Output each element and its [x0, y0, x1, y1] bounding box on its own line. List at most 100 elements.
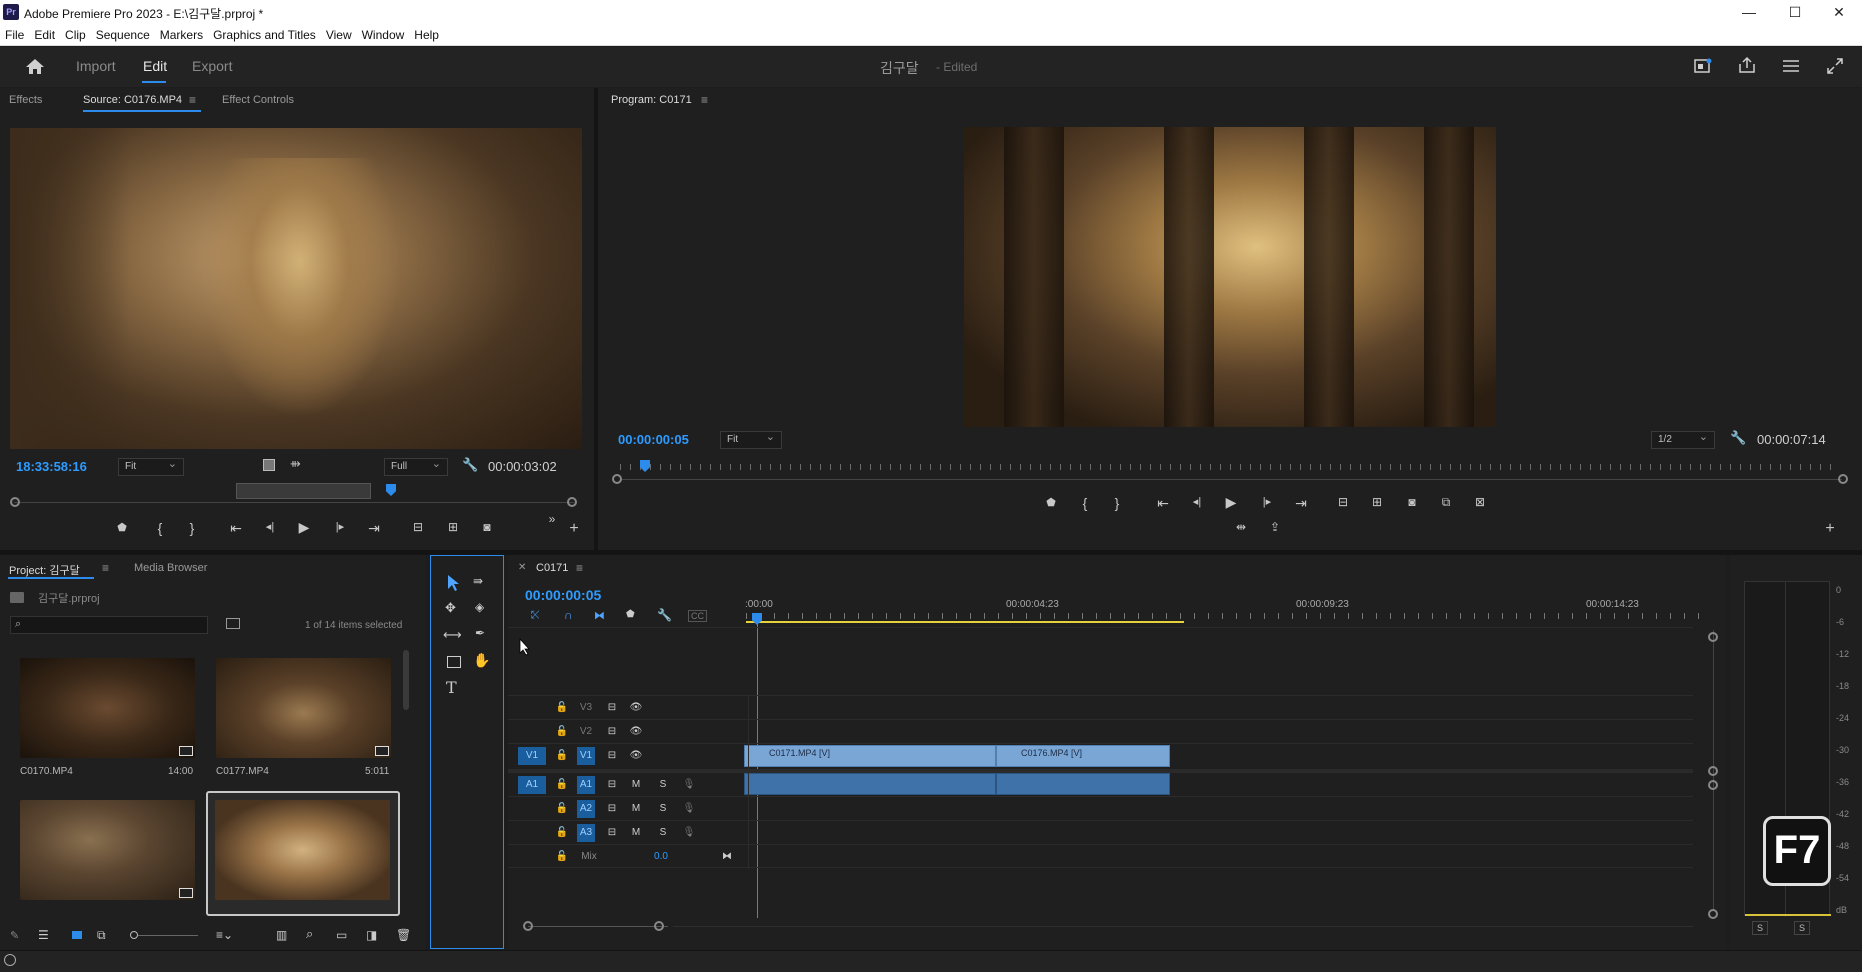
track-label[interactable]: V2: [577, 723, 595, 741]
program-extract-icon[interactable]: ⊞: [1367, 495, 1387, 509]
program-go-to-out-icon[interactable]: ⇥: [1291, 495, 1311, 512]
source-patch-a1[interactable]: A1: [518, 776, 546, 794]
source-more-controls-icon[interactable]: »: [542, 512, 562, 526]
program-mark-in-icon[interactable]: {: [1075, 495, 1095, 511]
program-zoom-handle-left[interactable]: [612, 474, 622, 484]
tab-project[interactable]: Project: 김구달: [9, 562, 80, 578]
menu-markers[interactable]: Markers: [155, 24, 208, 46]
timeline-clip[interactable]: C0171.MP4 [V]: [744, 745, 996, 767]
source-fit-select[interactable]: Fit: [118, 456, 184, 476]
linked-selection-icon[interactable]: ⧓: [594, 609, 605, 622]
project-item-selected[interactable]: [206, 791, 400, 916]
pencil-icon[interactable]: ✎: [10, 929, 19, 942]
program-resolution-select[interactable]: 1/2: [1651, 429, 1715, 449]
rectangle-tool-icon[interactable]: [447, 656, 461, 668]
mute-button[interactable]: M: [627, 800, 645, 818]
timeline-sequence-tab[interactable]: C0171: [536, 562, 568, 574]
new-item-icon[interactable]: ◨: [366, 928, 377, 942]
project-menu-icon[interactable]: ≡: [102, 561, 109, 575]
project-item-thumbnail[interactable]: [20, 658, 195, 758]
tab-media-browser[interactable]: Media Browser: [134, 562, 207, 574]
source-step-forward-icon[interactable]: |▸: [330, 520, 350, 533]
home-icon[interactable]: [25, 57, 45, 75]
program-trim-icon[interactable]: ⇹: [1231, 520, 1251, 534]
program-comparison-icon[interactable]: ⧉: [1436, 495, 1456, 510]
share-icon[interactable]: [1738, 56, 1756, 74]
track-select-tool-icon[interactable]: ⇛: [473, 574, 483, 588]
source-drag-video-icon[interactable]: ⇻: [290, 456, 301, 472]
program-add-marker-icon[interactable]: ⬟: [1041, 496, 1061, 509]
source-zoom-handle-left[interactable]: [10, 497, 20, 507]
hscroll-handle-right[interactable]: [654, 921, 664, 931]
program-playhead[interactable]: [640, 460, 650, 472]
source-quality-select[interactable]: Full: [384, 456, 448, 476]
timeline-settings-icon[interactable]: 🔧: [657, 608, 672, 622]
project-item-thumbnail[interactable]: [20, 800, 195, 900]
automate-sequence-icon[interactable]: ▥: [276, 928, 287, 942]
program-go-to-in-icon[interactable]: ⇤: [1153, 495, 1173, 512]
program-menu-icon[interactable]: ≡: [701, 93, 708, 107]
menu-graphics[interactable]: Graphics and Titles: [208, 24, 321, 46]
project-item-thumbnail[interactable]: [216, 658, 391, 758]
track-label[interactable]: V3: [577, 699, 595, 717]
program-step-back-icon[interactable]: ◂|: [1187, 495, 1207, 508]
source-timecode[interactable]: 18:33:58:16: [16, 459, 87, 474]
source-mark-in-icon[interactable]: {: [150, 520, 170, 536]
program-wrench-icon[interactable]: 🔧: [1730, 430, 1746, 446]
timeline-horizontal-scrollbar[interactable]: [528, 926, 668, 927]
source-step-back-icon[interactable]: ◂|: [260, 520, 280, 533]
close-button[interactable]: ✕: [1816, 0, 1862, 24]
ripple-edit-tool-icon[interactable]: ✥: [445, 600, 456, 616]
minimize-button[interactable]: —: [1726, 0, 1772, 24]
project-search-input[interactable]: ⌕: [10, 616, 208, 634]
source-export-frame-icon[interactable]: [263, 459, 275, 471]
sync-lock-icon[interactable]: ⊟: [603, 747, 621, 765]
tab-effects[interactable]: Effects: [9, 94, 42, 106]
freeform-view-icon[interactable]: ⧉: [97, 928, 106, 943]
lock-icon[interactable]: 🔓: [553, 848, 571, 866]
trash-icon[interactable]: 🗑: [396, 928, 411, 942]
timeline-close-icon[interactable]: ✕: [518, 562, 526, 573]
sync-lock-icon[interactable]: ⊟: [603, 824, 621, 842]
microphone-icon[interactable]: 🎙: [680, 824, 698, 842]
find-icon[interactable]: ⌕: [306, 926, 313, 942]
mix-value[interactable]: 0.0: [646, 848, 676, 866]
nest-icon[interactable]: ⤪: [531, 609, 540, 622]
tab-edit[interactable]: Edit: [143, 58, 167, 74]
solo-button[interactable]: S: [654, 824, 672, 842]
timeline-clip[interactable]: C0176.MP4 [V]: [996, 745, 1170, 767]
timeline-add-marker-icon[interactable]: ⬟: [626, 609, 635, 620]
vscroll-handle[interactable]: [1708, 909, 1718, 919]
program-export-icon[interactable]: ⇪: [1265, 520, 1285, 534]
program-add-button-icon[interactable]: +: [1820, 520, 1840, 538]
program-timecode[interactable]: 00:00:00:05: [618, 432, 689, 447]
hand-tool-icon[interactable]: ✋: [473, 652, 490, 669]
type-tool-icon[interactable]: T: [446, 678, 457, 697]
mix-expand-icon[interactable]: ⧓: [718, 848, 736, 866]
hscroll-handle-left[interactable]: [523, 921, 533, 931]
source-playhead[interactable]: [386, 484, 396, 496]
slip-tool-icon[interactable]: ⟷: [443, 627, 462, 643]
quick-export-icon[interactable]: [1694, 58, 1712, 74]
source-video-frame[interactable]: [10, 128, 582, 449]
timeline-timecode[interactable]: 00:00:00:05: [525, 587, 601, 603]
selection-tool-icon[interactable]: [445, 574, 461, 592]
lock-icon[interactable]: 🔓: [553, 699, 571, 717]
program-zoom-handle-right[interactable]: [1838, 474, 1848, 484]
project-item-thumbnail[interactable]: [215, 800, 390, 900]
source-go-to-out-icon[interactable]: ⇥: [364, 520, 384, 537]
tab-import[interactable]: Import: [76, 58, 116, 74]
timeline-audio-clip[interactable]: [744, 773, 996, 795]
list-view-icon[interactable]: ☰: [38, 928, 49, 942]
source-add-marker-icon[interactable]: ⬟: [112, 521, 132, 534]
track-label[interactable]: A1: [577, 776, 595, 794]
vscroll-handle[interactable]: [1708, 766, 1718, 776]
snap-icon[interactable]: ∩: [564, 608, 573, 622]
lock-icon[interactable]: 🔓: [553, 800, 571, 818]
new-bin-icon[interactable]: ▭: [336, 928, 347, 942]
lock-icon[interactable]: 🔓: [553, 723, 571, 741]
work-area-bar[interactable]: [746, 621, 1184, 623]
mute-button[interactable]: M: [627, 776, 645, 794]
program-play-icon[interactable]: ▶: [1221, 494, 1241, 511]
menu-clip[interactable]: Clip: [60, 24, 91, 46]
